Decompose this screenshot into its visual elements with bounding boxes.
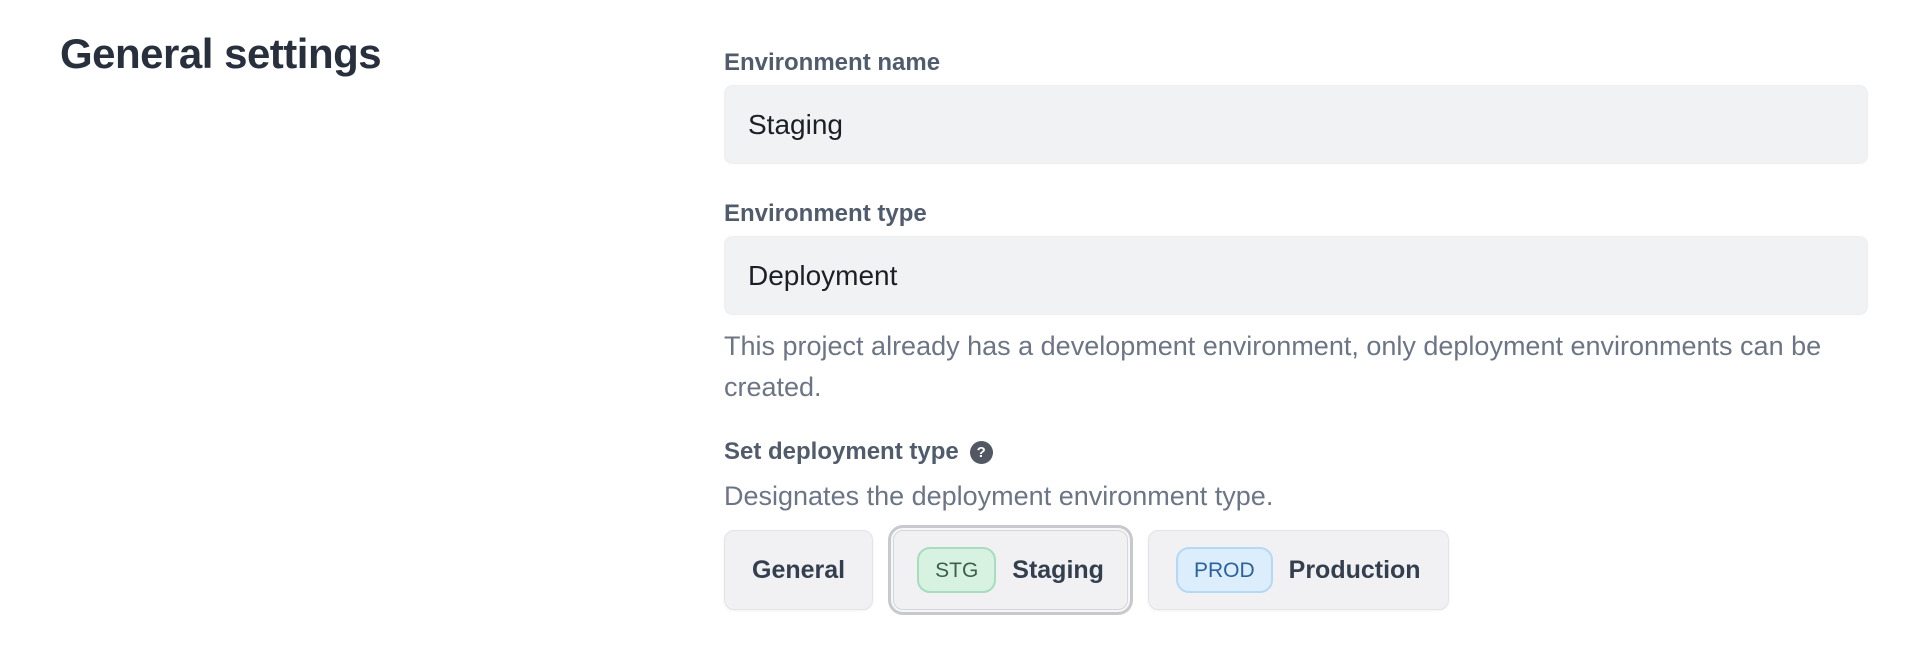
- environment-name-input[interactable]: [724, 85, 1868, 164]
- environment-type-label: Environment type: [724, 199, 927, 229]
- tier-option-production-label: Production: [1289, 556, 1421, 585]
- tier-option-general-label: General: [752, 556, 845, 585]
- environment-type-help-line-1: This project already has a development e…: [724, 326, 1821, 367]
- tier-option-staging-button[interactable]: STG Staging: [893, 530, 1128, 610]
- tier-option-staging-label: Staging: [1012, 556, 1104, 585]
- deployment-type-description: Designates the deployment environment ty…: [724, 476, 1273, 517]
- production-tier-badge: PROD: [1176, 547, 1273, 593]
- set-deployment-type-label: Set deployment type: [724, 437, 959, 467]
- page-title: General settings: [60, 30, 381, 78]
- environment-type-help-line-2: created.: [724, 367, 1821, 408]
- environment-name-label: Environment name: [724, 48, 940, 78]
- environment-settings-page: General settings Environment name Enviro…: [0, 0, 1916, 652]
- environment-type-input[interactable]: [724, 236, 1868, 315]
- staging-tier-badge: STG: [917, 547, 996, 593]
- tier-option-general-button[interactable]: General: [724, 530, 873, 610]
- tier-option-production-button[interactable]: PROD Production: [1148, 530, 1449, 610]
- environment-type-help-text: This project already has a development e…: [724, 326, 1821, 408]
- set-deployment-type-row: Set deployment type ?: [724, 437, 993, 467]
- question-mark-help-icon[interactable]: ?: [970, 441, 993, 464]
- deployment-tier-selector: General STG Staging PROD Production: [724, 530, 1449, 610]
